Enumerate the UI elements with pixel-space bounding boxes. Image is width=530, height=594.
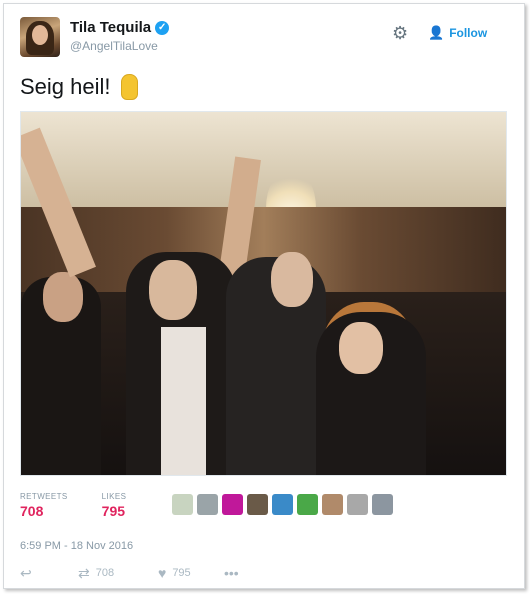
more-icon: ••• — [224, 565, 239, 581]
tweet-timestamp[interactable]: 6:59 PM - 18 Nov 2016 — [20, 540, 133, 552]
likes-stat[interactable]: LIKES 795 — [102, 492, 127, 519]
retweets-value: 708 — [20, 503, 44, 519]
like-count: 795 — [172, 567, 191, 579]
like-button[interactable]: ♥ 795 — [158, 566, 224, 580]
retweets-stat[interactable]: RETWEETS 708 — [20, 492, 68, 519]
retweet-button[interactable]: ⇄ 708 — [78, 566, 158, 580]
tweet-text: Seig heil! — [20, 74, 111, 99]
author-block: Tila Tequila ✓ @AngelTilaLove — [70, 19, 170, 53]
likes-label: LIKES — [101, 492, 127, 501]
liker-avatar[interactable] — [322, 494, 343, 515]
reply-icon: ↩ — [20, 565, 32, 581]
photo-person-1-shirt — [161, 327, 206, 475]
liker-avatar[interactable] — [347, 494, 368, 515]
liker-avatar[interactable] — [172, 494, 193, 515]
retweet-count: 708 — [95, 567, 115, 579]
tweet-text-row: Seig heil! — [20, 74, 138, 100]
heart-icon: ♥ — [158, 565, 167, 581]
follow-button[interactable]: 👤 Follow — [428, 21, 500, 45]
liker-avatar[interactable] — [297, 494, 318, 515]
photo-person-3-head — [339, 322, 383, 374]
avatar[interactable] — [20, 17, 60, 57]
liker-avatar[interactable] — [197, 494, 218, 515]
tweet-photo[interactable] — [20, 111, 507, 476]
photo-person-1-head — [149, 260, 197, 320]
more-button[interactable]: ••• — [224, 566, 239, 580]
photo-person-2-head — [271, 252, 313, 307]
verified-icon: ✓ — [155, 20, 170, 35]
reply-button[interactable]: ↩ — [20, 566, 78, 580]
engagement-stats: RETWEETS 708 LIKES 795 — [20, 492, 126, 519]
liker-avatar[interactable] — [222, 494, 243, 515]
author-handle[interactable]: @AngelTilaLove — [70, 39, 169, 53]
liker-avatars — [172, 494, 393, 515]
liker-avatar[interactable] — [247, 494, 268, 515]
photo-person-left-head — [43, 272, 83, 322]
gear-icon[interactable]: ⚙ — [392, 24, 408, 42]
avatar-face — [32, 25, 48, 45]
tweet-card: Tila Tequila ✓ @AngelTilaLove ⚙ 👤 Follow… — [3, 3, 525, 589]
add-user-icon: 👤 — [428, 25, 445, 40]
raised-hand-emoji-icon — [120, 74, 138, 100]
author-name-row[interactable]: Tila Tequila ✓ — [70, 19, 170, 36]
follow-label: Follow — [449, 26, 488, 40]
liker-avatar[interactable] — [272, 494, 293, 515]
likes-value: 795 — [101, 503, 126, 519]
retweets-label: RETWEETS — [20, 492, 68, 501]
liker-avatar[interactable] — [372, 494, 393, 515]
retweet-icon: ⇄ — [78, 565, 90, 581]
action-bar: ↩ ⇄ 708 ♥ 795 ••• — [20, 566, 239, 580]
author-name[interactable]: Tila Tequila — [70, 19, 151, 36]
photo-ceiling — [21, 112, 506, 207]
